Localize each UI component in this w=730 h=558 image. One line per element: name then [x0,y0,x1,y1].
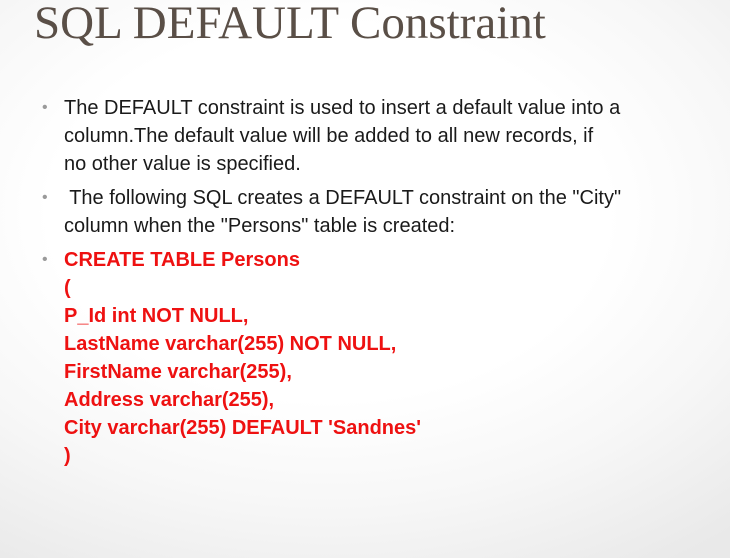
bullet-line: column when the "Persons" table is creat… [64,215,456,237]
code-line: ( [64,277,71,299]
bullet-marker-icon: • [42,189,48,206]
bullet-line: The following SQL creates a DEFAULT cons… [64,187,622,209]
code-line: Address varchar(255), [64,389,275,411]
code-line: ) [64,445,71,467]
bullet-marker-icon: • [42,99,48,116]
code-line: City varchar(255) DEFAULT 'Sandnes' [64,417,422,439]
bullet-line: no other value is specified. [64,153,301,175]
bullet-item-example-intro: • The following SQL creates a DEFAULT co… [0,184,621,240]
bullet-list: • The DEFAULT constraint is used to inse… [0,94,621,476]
bullet-item-default-description: • The DEFAULT constraint is used to inse… [0,94,621,178]
code-line: LastName varchar(255) NOT NULL, [64,333,397,355]
bullet-line: column.The default value will be added t… [64,125,594,147]
code-line: CREATE TABLE Persons [64,249,300,271]
sql-code-block: CREATE TABLE Persons ( P_Id int NOT NULL… [64,246,621,470]
bullet-item-sql-code: • CREATE TABLE Persons ( P_Id int NOT NU… [0,246,621,470]
code-line: P_Id int NOT NULL, [64,305,249,327]
bullet-marker-icon: • [42,251,48,268]
bullet-line: The DEFAULT constraint is used to insert… [64,97,621,119]
slide-title: SQL DEFAULT Constraint [34,0,546,49]
slide: SQL DEFAULT Constraint • The DEFAULT con… [0,0,730,558]
code-line: FirstName varchar(255), [64,361,292,383]
